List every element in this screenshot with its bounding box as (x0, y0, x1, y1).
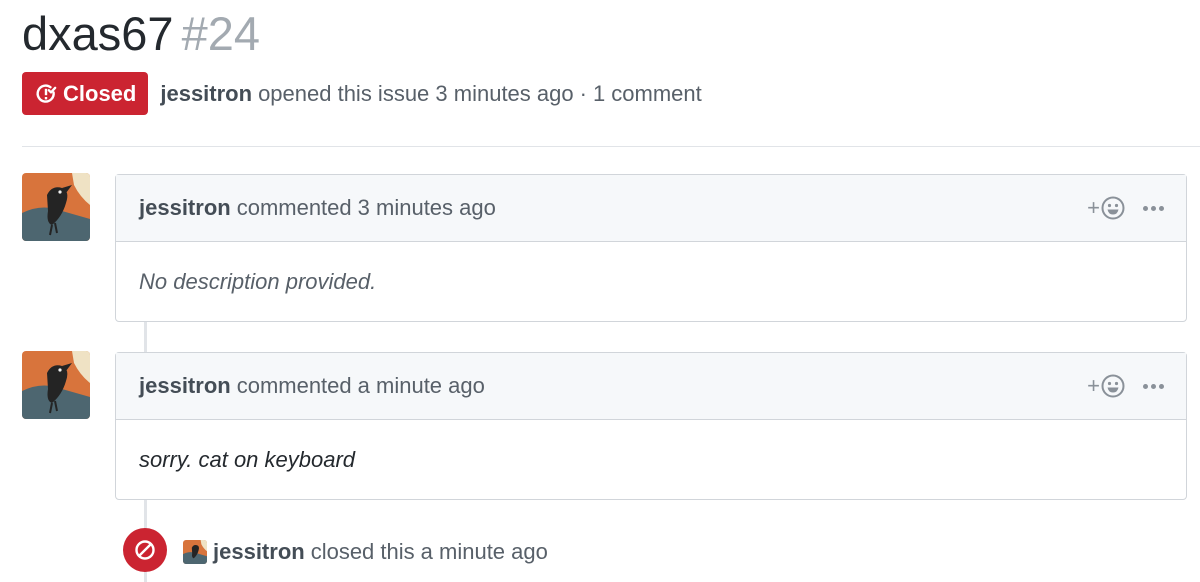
comment-header: jessitron commented a minute ago + (116, 353, 1186, 420)
plus-icon: + (1087, 195, 1100, 220)
add-reaction-button[interactable]: + (1087, 196, 1125, 220)
comment-action: commented (236, 373, 352, 398)
plus-icon: + (1087, 373, 1100, 398)
comment-timestamp[interactable]: 3 minutes ago (358, 195, 496, 221)
comment-actions: + (1087, 353, 1164, 419)
timeline-event-closed: jessitron closed this a minute ago (183, 538, 548, 566)
add-reaction-button[interactable]: + (1087, 374, 1125, 398)
status-badge-label: Closed (63, 80, 137, 106)
event-action: closed this (310, 539, 415, 564)
issue-closed-icon (36, 83, 57, 103)
issue-number: #24 (181, 7, 260, 60)
comment: jessitron commented a minute ago + sorry… (115, 352, 1187, 500)
event-timestamp[interactable]: a minute ago (421, 539, 548, 565)
comment-count: 1 comment (592, 80, 702, 106)
issue-title: dxas67 (22, 7, 174, 60)
issue-meta: Closed jessitron opened this issue 3 min… (22, 72, 702, 115)
comment-action: commented (236, 195, 352, 220)
closed-event-badge (123, 528, 167, 572)
kebab-horizontal-icon[interactable] (1143, 205, 1164, 211)
issue-opened-text: opened this issue 3 minutes ago (258, 80, 574, 106)
add-reaction-icon (1101, 374, 1125, 398)
comment-author-link[interactable]: jessitron (139, 373, 231, 399)
issue-author-link[interactable]: jessitron (160, 81, 252, 107)
comment-header: jessitron commented 3 minutes ago + (116, 175, 1186, 242)
comment: jessitron commented 3 minutes ago + No d… (115, 174, 1187, 322)
avatar[interactable] (22, 173, 90, 241)
circle-slash-icon (135, 540, 155, 560)
issue-title-row: dxas67 #24 (22, 4, 260, 64)
comment-body: sorry. cat on keyboard (139, 446, 356, 472)
add-reaction-icon (1101, 196, 1125, 220)
meta-separator: · (579, 80, 587, 106)
avatar[interactable] (22, 351, 90, 419)
avatar-image (22, 173, 90, 241)
header-divider (22, 146, 1200, 147)
comment-author-link[interactable]: jessitron (139, 195, 231, 221)
status-badge: Closed (22, 72, 149, 115)
avatar[interactable] (183, 540, 207, 564)
comment-timestamp[interactable]: a minute ago (358, 373, 485, 399)
comment-body: No description provided. (139, 268, 377, 294)
comment-actions: + (1087, 175, 1164, 241)
avatar-image (22, 351, 90, 419)
kebab-horizontal-icon[interactable] (1143, 383, 1164, 389)
avatar-image (183, 540, 207, 564)
event-author-link[interactable]: jessitron (213, 539, 305, 565)
